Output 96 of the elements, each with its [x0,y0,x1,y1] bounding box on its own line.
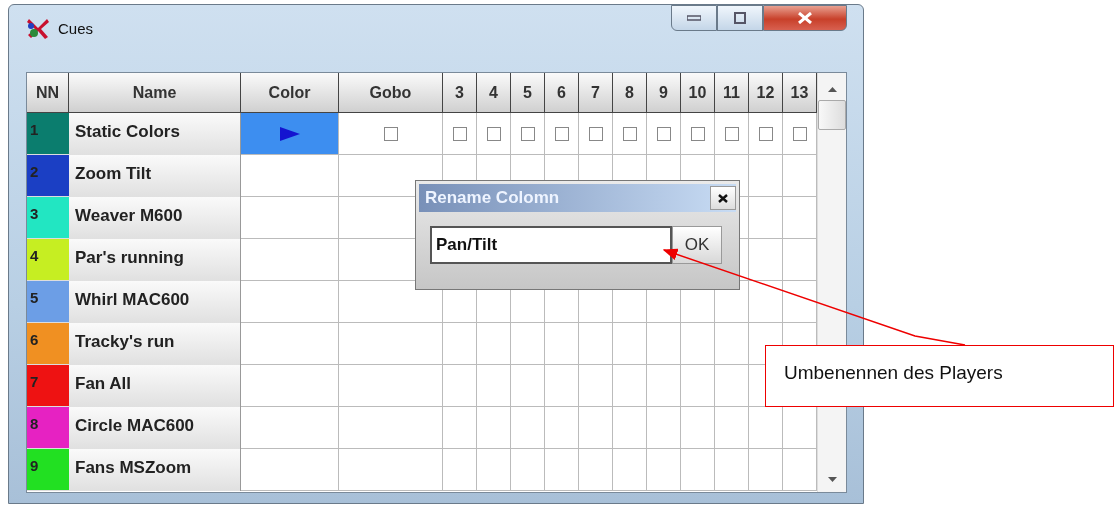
cue-name-cell[interactable]: Zoom Tilt [69,155,241,197]
ok-button[interactable]: OK [672,226,722,264]
name-input[interactable]: Pan/Tilt [430,226,672,264]
window-title: Cues [58,20,94,37]
close-button[interactable] [710,186,736,210]
scroll-up-icon [827,87,837,92]
column-header[interactable]: 12 [749,73,783,113]
column-header[interactable]: 4 [477,73,511,113]
cue-name-cell[interactable]: Weaver M600 [69,197,241,239]
column-header[interactable]: Gobo [339,73,443,113]
cue-number-cell: 6 [27,323,69,365]
column-header[interactable]: 3 [443,73,477,113]
table-cell [545,365,579,407]
table-cell [613,407,647,449]
table-cell [613,365,647,407]
minimize-icon [687,15,701,21]
checkbox[interactable] [486,126,501,141]
checkbox[interactable] [554,126,569,141]
checkbox[interactable] [622,126,637,141]
cue-number-cell: 7 [27,365,69,407]
table-cell [511,365,545,407]
table-cell [511,323,545,365]
table-cell [477,323,511,365]
table-cell [647,407,681,449]
checkbox[interactable] [588,126,603,141]
table-cell [545,407,579,449]
column-header[interactable]: NN [27,73,69,113]
checkbox[interactable] [758,126,773,141]
table-cell [511,407,545,449]
scroll-down-icon [827,477,837,482]
cue-number-cell: 3 [27,197,69,239]
maximize-button[interactable] [717,5,763,31]
column-header[interactable]: Name [69,73,241,113]
callout-label: Umbenennen des Players [765,345,1114,407]
column-header[interactable]: 7 [579,73,613,113]
column-header[interactable]: 6 [545,73,579,113]
checkbox[interactable] [520,126,535,141]
table-cell [443,407,477,449]
table-cell [783,281,817,323]
play-icon [278,125,301,142]
cue-name-cell[interactable]: Tracky's run [69,323,241,365]
column-header[interactable]: 11 [715,73,749,113]
checkbox[interactable] [383,126,398,141]
checkbox[interactable] [792,126,807,141]
table-cell [749,239,783,281]
table-cell [715,407,749,449]
column-header[interactable]: 8 [613,73,647,113]
column-header[interactable]: 13 [783,73,817,113]
cue-name-cell[interactable]: Fans MSZoom [69,449,241,491]
cue-number-cell: 1 [27,113,69,155]
cue-name-cell[interactable]: Par's running [69,239,241,281]
table-cell [715,323,749,365]
table-cell [783,239,817,281]
table-cell [749,281,783,323]
dialog-title: Rename Colomn [425,188,560,208]
table-cell [443,323,477,365]
column-header[interactable]: 5 [511,73,545,113]
table-cell [783,407,817,449]
scrollbar-thumb[interactable] [818,100,846,130]
table-cell [681,323,715,365]
table-cell [749,197,783,239]
minimize-button[interactable] [671,5,717,31]
checkbox[interactable] [724,126,739,141]
table-cell [579,323,613,365]
checkbox[interactable] [656,126,671,141]
maximize-icon [734,12,746,24]
table-cell [681,365,715,407]
table-cell [477,365,511,407]
checkbox[interactable] [452,126,467,141]
table-cell [647,323,681,365]
cue-number-cell: 2 [27,155,69,197]
cue-number-cell: 8 [27,407,69,449]
cue-number-cell: 4 [27,239,69,281]
table-cell [647,365,681,407]
table-cell [783,197,817,239]
table-cell [613,323,647,365]
close-icon [718,193,728,203]
column-header[interactable]: 9 [647,73,681,113]
close-icon [798,12,812,24]
cue-name-cell[interactable]: Fan All [69,365,241,407]
app-icon [26,16,50,40]
cue-name-cell[interactable]: Whirl MAC600 [69,281,241,323]
table-cell [545,323,579,365]
column-header[interactable]: 10 [681,73,715,113]
table-cell [579,407,613,449]
cue-name-cell[interactable]: Static Colors [69,113,241,155]
cue-number-cell: 5 [27,281,69,323]
table-cell [681,407,715,449]
table-cell [477,407,511,449]
column-header[interactable]: Color [241,73,339,113]
table-cell [443,365,477,407]
table-cell [579,365,613,407]
checkbox[interactable] [690,126,705,141]
cue-name-cell[interactable]: Circle MAC600 [69,407,241,449]
play-cell[interactable] [241,113,339,155]
cue-number-cell: 9 [27,449,69,491]
